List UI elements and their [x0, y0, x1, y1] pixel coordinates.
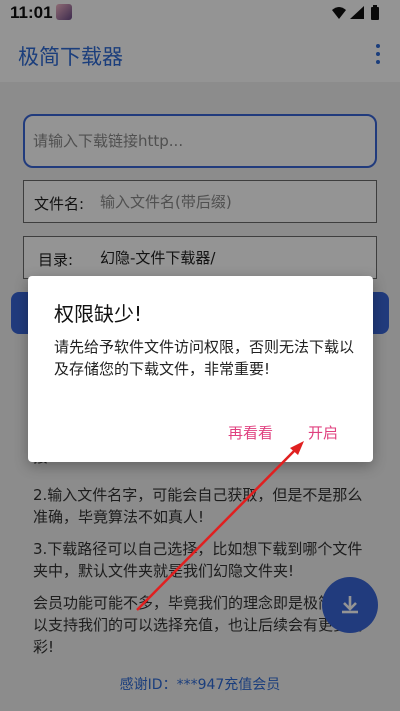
- later-button[interactable]: 再看看: [228, 422, 273, 443]
- permission-dialog: 权限缺少! 请先给予软件文件访问权限，否则无法下载以及存储您的下载文件，非常重要…: [28, 276, 373, 462]
- dialog-title: 权限缺少!: [54, 302, 143, 326]
- open-button[interactable]: 开启: [308, 422, 338, 443]
- dialog-message: 请先给予软件文件访问权限，否则无法下载以及存储您的下载文件，非常重要!: [54, 338, 355, 378]
